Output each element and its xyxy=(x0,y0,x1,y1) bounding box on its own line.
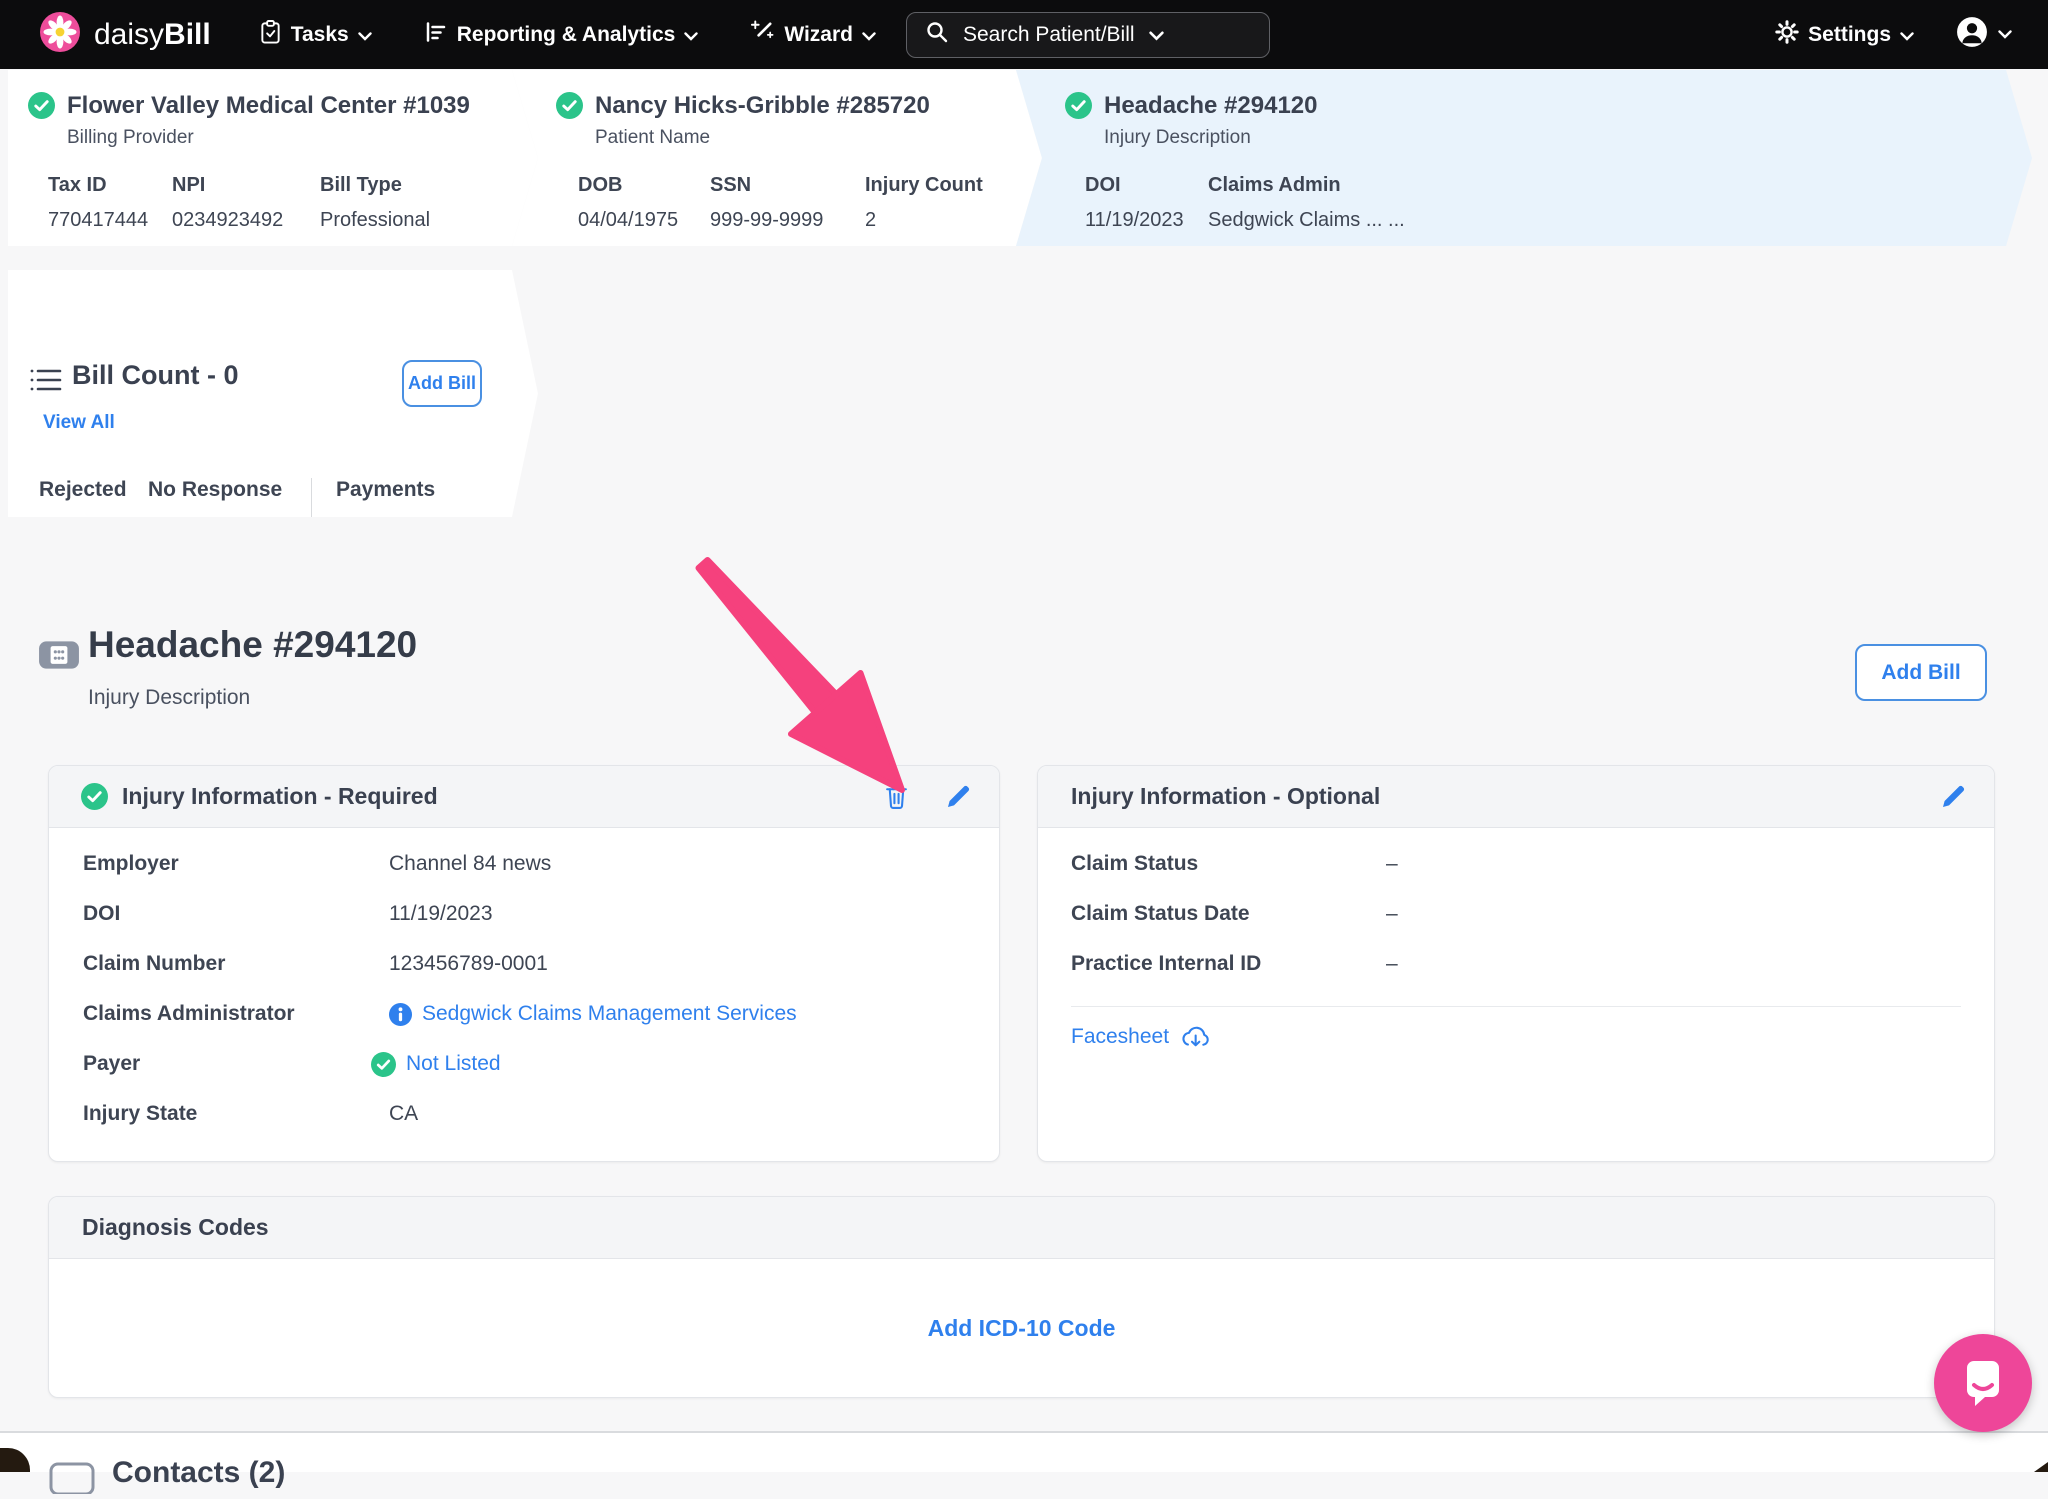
contacts-icon xyxy=(49,1462,95,1499)
brand-logo[interactable]: daisyBill xyxy=(40,12,211,57)
optional-card-title: Injury Information - Optional xyxy=(1071,783,1380,810)
chevron-down-icon xyxy=(862,23,876,47)
row-injury-state: Injury State CA xyxy=(49,1089,999,1139)
breadcrumb-subtitle: Injury Description xyxy=(1104,127,1318,149)
check-circle-icon xyxy=(1065,92,1092,124)
add-icd10-link[interactable]: Add ICD-10 Code xyxy=(928,1315,1116,1342)
chart-bars-icon xyxy=(424,20,448,50)
check-circle-icon xyxy=(371,1052,396,1077)
chevron-down-icon xyxy=(684,23,698,47)
chevron-down-icon xyxy=(1998,26,2012,44)
row-practice-internal-id: Practice Internal ID – xyxy=(1038,939,1994,989)
user-avatar-icon xyxy=(1956,16,1988,53)
search-icon xyxy=(925,20,949,50)
list-icon xyxy=(29,366,63,399)
check-circle-icon xyxy=(556,92,583,124)
stat-no-response: No Response 0 xyxy=(148,478,282,542)
brand-name: daisyBill xyxy=(94,18,211,52)
add-bill-button[interactable]: Add Bill xyxy=(402,360,482,407)
required-card-title: Injury Information - Required xyxy=(122,783,438,810)
breadcrumb-injury-selected[interactable]: Headache #294120 Injury Description DOI … xyxy=(1016,70,2032,246)
field-npi: NPI 0234923492 xyxy=(172,174,283,232)
bandage-icon xyxy=(38,640,80,675)
cloud-download-icon xyxy=(1179,1024,1211,1050)
nav-tasks[interactable]: Tasks xyxy=(259,19,372,51)
diagnosis-codes-card: Diagnosis Codes Add ICD-10 Code xyxy=(48,1196,1995,1398)
bill-count-title: Bill Count - 0 xyxy=(72,360,238,391)
field-ssn: SSN 999-99-9999 xyxy=(710,174,823,232)
edit-pencil-icon[interactable] xyxy=(945,784,971,810)
breadcrumb-title: Flower Valley Medical Center #1039 xyxy=(67,92,470,120)
gear-icon xyxy=(1775,20,1799,50)
injury-info-required-card: Injury Information - Required Employer C… xyxy=(48,765,1000,1162)
field-doi: DOI 11/19/2023 xyxy=(1085,174,1184,232)
info-circle-icon[interactable] xyxy=(389,1003,412,1026)
payer-link[interactable]: Not Listed xyxy=(406,1052,501,1076)
divider xyxy=(1071,1006,1961,1007)
chat-bubble-icon xyxy=(1956,1356,2010,1410)
stat-divider xyxy=(311,478,312,540)
breadcrumb-billing-provider[interactable]: Flower Valley Medical Center #1039 Billi… xyxy=(8,70,538,246)
breadcrumb-title: Nancy Hicks-Gribble #285720 xyxy=(595,92,930,120)
daisy-flower-icon xyxy=(40,12,80,57)
chevron-down-icon xyxy=(1149,23,1164,47)
chevron-down-icon xyxy=(1900,23,1914,47)
page-subtitle: Injury Description xyxy=(88,686,250,710)
breadcrumb-title: Headache #294120 xyxy=(1104,92,1318,120)
stat-rejected: Rejected 0 xyxy=(39,478,127,542)
clipboard-icon xyxy=(259,19,282,51)
field-tax-id: Tax ID 770417444 xyxy=(48,174,148,232)
page-title: Headache #294120 xyxy=(88,624,417,666)
injury-info-optional-card: Injury Information - Optional Claim Stat… xyxy=(1037,765,1995,1162)
check-circle-icon xyxy=(28,92,55,124)
row-employer: Employer Channel 84 news xyxy=(49,839,999,889)
edit-pencil-icon[interactable] xyxy=(1940,784,1966,810)
row-claim-number: Claim Number 123456789-0001 xyxy=(49,939,999,989)
breadcrumb-patient[interactable]: Nancy Hicks-Gribble #285720 Patient Name… xyxy=(512,70,1042,246)
nav-reporting[interactable]: Reporting & Analytics xyxy=(424,20,699,50)
row-claim-status-date: Claim Status Date – xyxy=(1038,889,1994,939)
breadcrumb-subtitle: Patient Name xyxy=(595,127,930,149)
field-injury-count: Injury Count 2 xyxy=(865,174,983,232)
stats-ellipsis: ... xyxy=(428,515,446,539)
contacts-section-title: Contacts (2) xyxy=(112,1456,285,1490)
delete-trash-icon[interactable] xyxy=(884,783,909,810)
top-nav: daisyBill Tasks Reporting & Analyti xyxy=(0,0,2048,69)
account-menu[interactable] xyxy=(1956,16,2012,53)
field-dob: DOB 04/04/1975 xyxy=(578,174,678,232)
check-circle-icon xyxy=(81,783,108,810)
diagnosis-card-title: Diagnosis Codes xyxy=(82,1214,269,1241)
chevron-down-icon xyxy=(358,23,372,47)
claims-administrator-link[interactable]: Sedgwick Claims Management Services xyxy=(422,1002,797,1026)
facesheet-link[interactable]: Facesheet xyxy=(1071,1024,1994,1050)
chat-launcher-button[interactable] xyxy=(1934,1334,2032,1432)
add-bill-button-main[interactable]: Add Bill xyxy=(1855,644,1987,701)
row-claims-administrator: Claims Administrator Sedgwick Claims Man… xyxy=(49,989,999,1039)
view-all-link[interactable]: View All xyxy=(43,412,115,434)
stat-payments: Payments 0 xyxy=(336,478,435,542)
field-bill-type: Bill Type Professional xyxy=(320,174,430,232)
nav-settings[interactable]: Settings xyxy=(1775,20,1914,50)
row-doi: DOI 11/19/2023 xyxy=(49,889,999,939)
magic-wand-icon xyxy=(750,19,775,50)
nav-wizard[interactable]: Wizard xyxy=(750,19,876,50)
row-claim-status: Claim Status – xyxy=(1038,839,1994,889)
search-patient-bill[interactable]: Search Patient/Bill xyxy=(906,12,1270,58)
field-claims-admin: Claims Admin Sedgwick Claims ... ... xyxy=(1208,174,1405,232)
bill-count-card: Bill Count - 0 View All Add Bill Rejecte… xyxy=(8,270,538,517)
next-section xyxy=(0,1433,2048,1472)
row-payer: Payer Not Listed xyxy=(49,1039,999,1089)
breadcrumb-subtitle: Billing Provider xyxy=(67,127,470,149)
